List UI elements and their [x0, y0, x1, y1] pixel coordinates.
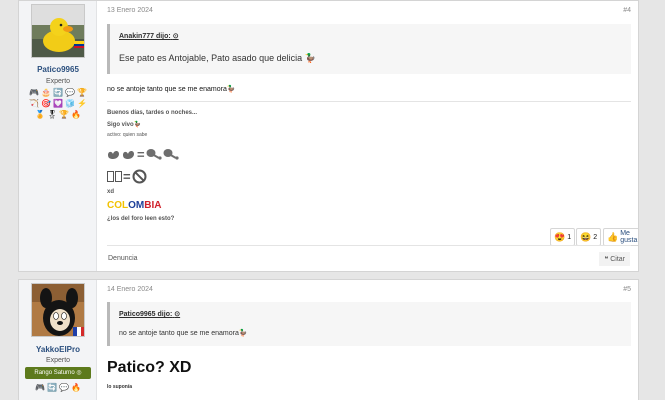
rank-badge[interactable]: Rango Saturno ◎ — [25, 367, 91, 379]
quote-block: Anakin777 dijo: ⊙ Ese pato es Antojable,… — [107, 24, 631, 74]
badge-icon[interactable]: 🎖 — [47, 110, 57, 120]
drumstick-icon — [146, 149, 162, 160]
thumbs-up-icon: 👍 — [607, 231, 619, 242]
badge-icon[interactable]: 🏹 — [29, 99, 39, 109]
badge-icon[interactable]: 🔄 — [53, 88, 63, 98]
badge-icon[interactable]: 💬 — [65, 88, 75, 98]
reaction-haha[interactable]: 😆 2 — [576, 228, 602, 246]
post-body: 13 Enero 2024 #4 Anakin777 dijo: ⊙ Ese p… — [98, 1, 638, 271]
missing-glyph-icon — [115, 170, 122, 182]
missing-glyph-icon — [107, 170, 114, 182]
reaction-count: 2 — [593, 233, 598, 241]
badge-icon[interactable]: 🔥 — [71, 110, 81, 120]
user-badges: 🎮 🎂 🔄 💬 🏆 🏹 🎯 💟 🧊 ⚡ 🏅 🎖 🏆 🔥 — [25, 88, 91, 120]
jump-icon: ⊙ — [172, 33, 179, 40]
quote-author[interactable]: Patico9965 dijo: ⊙ — [119, 310, 180, 318]
post-date[interactable]: 13 Enero 2024 — [107, 7, 153, 14]
laugh-icon: 😆 — [580, 231, 592, 242]
badge-icon[interactable]: 🔥 — [71, 383, 81, 393]
badge-icon[interactable]: 🏅 — [35, 110, 45, 120]
sig-duck-equation: = — [107, 145, 179, 163]
sig-xd: xd — [107, 189, 115, 195]
heart-eyes-icon: 😍 — [554, 231, 566, 242]
sig-colombia: COLOMBIA — [107, 200, 162, 211]
prohibited-icon — [132, 169, 147, 183]
post-number[interactable]: #4 — [623, 7, 631, 14]
badge-icon[interactable]: 💟 — [53, 99, 63, 109]
like-button[interactable]: 👍 Me gusta — [603, 228, 638, 246]
badge-icon[interactable]: 🎂 — [41, 88, 51, 98]
quote-button[interactable]: ❝ Citar — [599, 252, 630, 266]
badge-icon[interactable]: 🎮 — [29, 88, 39, 98]
badge-icon[interactable]: 🏆 — [77, 88, 87, 98]
jump-icon: ⊙ — [174, 311, 181, 318]
quote-text: Ese pato es Antojable, Pato asado que de… — [119, 53, 316, 63]
quote-icon: ❝ — [604, 256, 609, 263]
badge-icon[interactable]: 🏆 — [59, 110, 69, 120]
quote-block: Patico9965 dijo: ⊙ no se antoje tanto qu… — [107, 302, 631, 346]
sig-prohibited-equation: = — [107, 167, 147, 185]
badge-icon[interactable]: 🎯 — [41, 99, 51, 109]
post: Patico9965 Experto 🎮 🎂 🔄 💬 🏆 🏹 🎯 💟 🧊 ⚡ 🏅… — [18, 0, 639, 272]
duck-icon — [108, 151, 119, 159]
badge-icon[interactable]: 🔄 — [47, 383, 57, 393]
message-small-text: lo suponía — [107, 384, 132, 390]
username[interactable]: YakkoElPro — [19, 345, 97, 354]
user-panel: Patico9965 Experto 🎮 🎂 🔄 💬 🏆 🏹 🎯 💟 🧊 ⚡ 🏅… — [19, 1, 97, 271]
badge-icon[interactable]: 💬 — [59, 383, 69, 393]
duck-icon — [123, 151, 134, 159]
post-date[interactable]: 14 Enero 2024 — [107, 286, 153, 293]
post-body: 14 Enero 2024 #5 Patico9965 dijo: ⊙ no s… — [98, 280, 638, 400]
report-button[interactable]: Denuncia — [108, 255, 138, 262]
quote-author[interactable]: Anakin777 dijo: ⊙ — [119, 32, 179, 40]
avatar[interactable] — [31, 283, 85, 337]
username[interactable]: Patico9965 — [19, 65, 97, 74]
user-badges: 🎮 🔄 💬 🔥 — [25, 383, 91, 393]
message-heading: Patico? XD — [107, 359, 192, 376]
quote-text: no se antoje tanto que se me enamora🦆 — [119, 330, 248, 337]
message-text: no se antoje tanto que se me enamora🦆 — [107, 86, 236, 93]
post-number[interactable]: #5 — [623, 286, 631, 293]
drumstick-icon — [163, 149, 179, 160]
user-panel: YakkoElPro Experto Rango Saturno ◎ 🎮 🔄 💬… — [19, 280, 97, 400]
badge-icon[interactable]: 🎮 — [35, 383, 45, 393]
badge-icon[interactable]: ⚡ — [77, 99, 87, 109]
sig-activity: activo: quien sabe — [107, 132, 148, 138]
sig-greeting: Buenos días, tardes o noches... — [107, 110, 198, 116]
sig-status: Sigo vivo🦆 — [107, 122, 142, 128]
badge-icon[interactable]: 🧊 — [65, 99, 75, 109]
reaction-love[interactable]: 😍 1 — [550, 228, 576, 246]
signature-divider — [107, 101, 631, 102]
user-title: Experto — [45, 78, 71, 85]
post-footer: Denuncia ❝ Citar — [98, 245, 638, 271]
sig-question: ¿los del foro leen esto? — [107, 216, 175, 222]
reaction-count: 1 — [567, 233, 572, 241]
post: YakkoElPro Experto Rango Saturno ◎ 🎮 🔄 💬… — [18, 279, 639, 400]
user-title: Experto — [45, 357, 71, 364]
avatar[interactable] — [31, 4, 85, 58]
